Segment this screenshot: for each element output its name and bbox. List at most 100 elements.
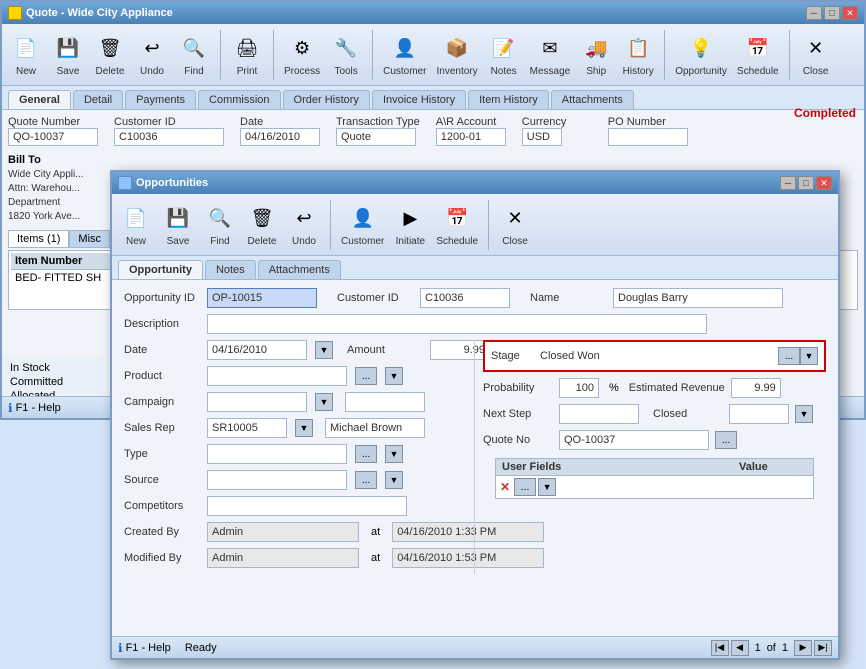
toolbar-customer[interactable]: 👤 Customer (381, 30, 428, 79)
opp-date-dropdown[interactable]: ▼ (315, 341, 333, 359)
toolbar-history[interactable]: 📋 History (620, 30, 656, 79)
opp-campaign-dropdown[interactable]: ▼ (315, 393, 333, 411)
toolbar-message[interactable]: ✉ Message (528, 30, 573, 79)
tab-detail[interactable]: Detail (73, 90, 123, 109)
opp-minimize-button[interactable]: ─ (780, 176, 796, 190)
opp-type-dots[interactable]: ... (355, 445, 377, 463)
toolbar-ship[interactable]: 🚚 Ship (578, 30, 614, 79)
opp-id-input[interactable] (207, 288, 317, 308)
closed-dropdown[interactable]: ▼ (795, 405, 813, 423)
tools-icon: 🔧 (330, 32, 362, 64)
tab-payments[interactable]: Payments (125, 90, 196, 109)
opp-source-dropdown[interactable]: ▼ (385, 471, 403, 489)
opp-desc-input[interactable] (207, 314, 707, 334)
opp-campaign-input[interactable] (207, 392, 307, 412)
opp-salesrep-name-input[interactable] (325, 418, 425, 438)
opp-salesrep-input[interactable] (207, 418, 287, 438)
toolbar-print[interactable]: 🖨 Print (229, 30, 265, 79)
toolbar-new[interactable]: 📄 New (8, 30, 44, 79)
opp-competitors-input[interactable] (207, 496, 407, 516)
nav-first[interactable]: |◀ (711, 640, 729, 656)
opp-toolbar-save[interactable]: 💾 Save (160, 200, 196, 249)
opp-name-input[interactable] (613, 288, 783, 308)
toolbar-save[interactable]: 💾 Save (50, 30, 86, 79)
tab-opportunity[interactable]: Opportunity (118, 260, 203, 279)
tab-invoice-history[interactable]: Invoice History (372, 90, 466, 109)
toolbar-inventory[interactable]: 📦 Inventory (434, 30, 479, 79)
tab-items[interactable]: Items (1) (8, 230, 69, 248)
opp-date-label: Date (124, 344, 199, 356)
toolbar-opportunity[interactable]: 💡 Opportunity (673, 30, 729, 79)
opp-toolbar-new[interactable]: 📄 New (118, 200, 154, 249)
opp-source-input[interactable] (207, 470, 347, 490)
tab-item-history[interactable]: Item History (468, 90, 549, 109)
toolbar-find[interactable]: 🔍 Find (176, 30, 212, 79)
uf-delete-button[interactable]: ✕ (500, 480, 510, 494)
dialog-help-button[interactable]: ℹ F1 - Help (118, 641, 171, 655)
nav-last[interactable]: ▶| (814, 640, 832, 656)
toolbar-schedule[interactable]: 📅 Schedule (735, 30, 781, 79)
opp-sep-1 (330, 200, 331, 250)
close-button[interactable]: ✕ (842, 6, 858, 20)
opp-close-button[interactable]: ✕ (816, 176, 832, 190)
opp-maximize-button[interactable]: □ (798, 176, 814, 190)
nav-prev[interactable]: ◀ (731, 640, 749, 656)
customer-id-input[interactable] (114, 128, 224, 146)
ar-account-input[interactable] (436, 128, 506, 146)
tab-opp-attachments[interactable]: Attachments (258, 260, 341, 279)
opp-left-col: Date ▼ Amount Product ... ▼ (124, 340, 464, 574)
opp-toolbar-find[interactable]: 🔍 Find (202, 200, 238, 249)
minimize-button[interactable]: ─ (806, 6, 822, 20)
transaction-type-input[interactable] (336, 128, 416, 146)
opp-product-input[interactable] (207, 366, 347, 386)
tab-general[interactable]: General (8, 90, 71, 109)
tab-notes[interactable]: Notes (205, 260, 256, 279)
tab-misc[interactable]: Misc (69, 230, 110, 248)
closed-input[interactable] (729, 404, 789, 424)
opp-toolbar-close[interactable]: ✕ Close (497, 200, 533, 249)
opp-toolbar-customer[interactable]: 👤 Customer (339, 200, 386, 249)
nav-next[interactable]: ▶ (794, 640, 812, 656)
quoteno-dots[interactable]: ... (715, 431, 737, 449)
opp-product-dots[interactable]: ... (355, 367, 377, 385)
main-help-button[interactable]: ℹ F1 - Help (8, 401, 61, 415)
stage-input[interactable] (536, 346, 778, 366)
opp-toolbar-delete[interactable]: 🗑 Delete (244, 200, 280, 249)
toolbar-process[interactable]: ⚙ Process (282, 30, 322, 79)
uf-dropdown-button[interactable]: ▼ (538, 478, 556, 496)
toolbar-delete[interactable]: 🗑 Delete (92, 30, 128, 79)
tab-commission[interactable]: Commission (198, 90, 281, 109)
currency-input[interactable] (522, 128, 562, 146)
stage-dropdown[interactable]: ▼ (800, 347, 818, 365)
opp-salesrep-dropdown[interactable]: ▼ (295, 419, 313, 437)
opp-customer-id-input[interactable] (420, 288, 510, 308)
quoteno-input[interactable] (559, 430, 709, 450)
opp-source-dots[interactable]: ... (355, 471, 377, 489)
opp-campaign-name-input[interactable] (345, 392, 425, 412)
opp-desc-label: Description (124, 318, 199, 330)
opp-date-input[interactable] (207, 340, 307, 360)
toolbar-undo[interactable]: ↩ Undo (134, 30, 170, 79)
date-group: Date (240, 116, 320, 146)
maximize-button[interactable]: □ (824, 6, 840, 20)
quote-number-input[interactable] (8, 128, 98, 146)
opp-type-input[interactable] (207, 444, 347, 464)
opp-toolbar-schedule[interactable]: 📅 Schedule (434, 200, 480, 249)
tab-order-history[interactable]: Order History (283, 90, 370, 109)
stage-dots[interactable]: ... (778, 347, 800, 365)
opp-product-dropdown[interactable]: ▼ (385, 367, 403, 385)
nextstep-input[interactable] (559, 404, 639, 424)
toolbar-notes[interactable]: 📝 Notes (486, 30, 522, 79)
opp-toolbar-initiate[interactable]: ▶ Initiate (392, 200, 428, 249)
est-revenue-input[interactable] (731, 378, 781, 398)
tab-attachments[interactable]: Attachments (551, 90, 634, 109)
opp-toolbar-undo[interactable]: ↩ Undo (286, 200, 322, 249)
probability-input[interactable] (559, 378, 599, 398)
date-input[interactable] (240, 128, 320, 146)
toolbar-tools[interactable]: 🔧 Tools (328, 30, 364, 79)
po-number-input[interactable] (608, 128, 688, 146)
opp-type-dropdown[interactable]: ▼ (385, 445, 403, 463)
toolbar-sep-5 (789, 30, 790, 80)
toolbar-close[interactable]: ✕ Close (798, 30, 834, 79)
uf-dots-button[interactable]: ... (514, 478, 536, 496)
